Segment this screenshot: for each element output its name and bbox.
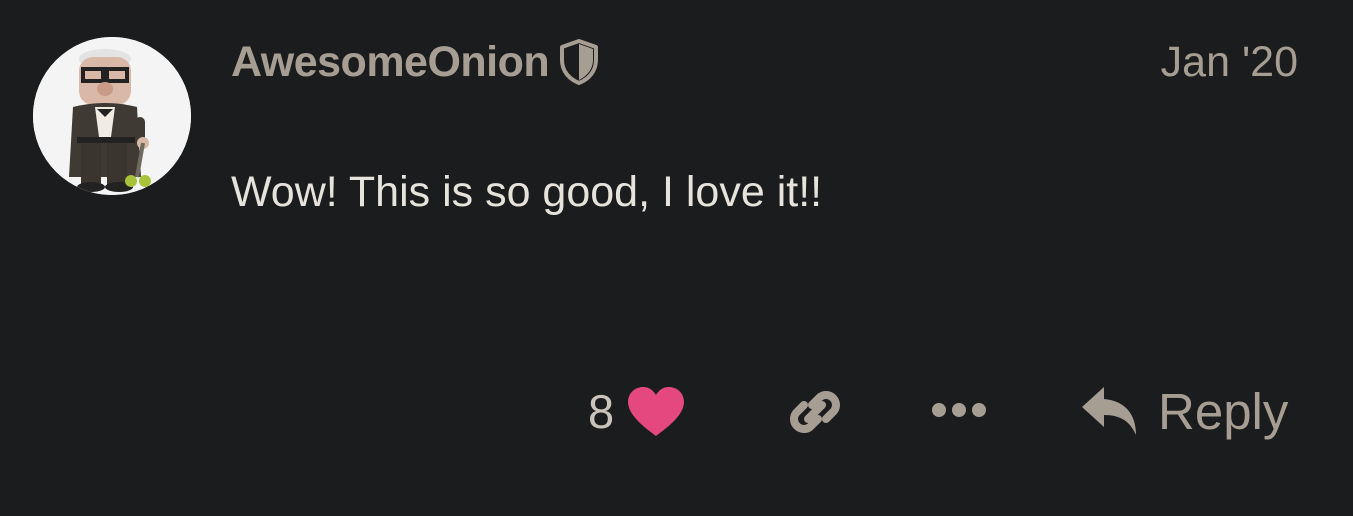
shield-icon [560, 39, 599, 85]
avatar[interactable] [33, 37, 191, 195]
like-count[interactable]: 8 [588, 384, 614, 440]
reply-label: Reply [1158, 382, 1289, 440]
reply-button[interactable]: Reply [1080, 380, 1288, 442]
author-name[interactable]: AwesomeOnion [231, 38, 550, 87]
post-body: Wow! This is so good, I love it!! [231, 168, 823, 216]
heart-icon[interactable] [626, 386, 686, 438]
reply-arrow-icon [1082, 387, 1136, 435]
like-group: 8 [588, 382, 686, 442]
post-date[interactable]: Jan '20 [1161, 38, 1298, 86]
link-icon[interactable] [786, 383, 844, 441]
forum-post: AwesomeOnion Jan '20 Wow! This is so goo… [0, 0, 1353, 516]
username[interactable]: AwesomeOnion [231, 36, 599, 88]
ellipsis-icon[interactable] [930, 400, 988, 420]
